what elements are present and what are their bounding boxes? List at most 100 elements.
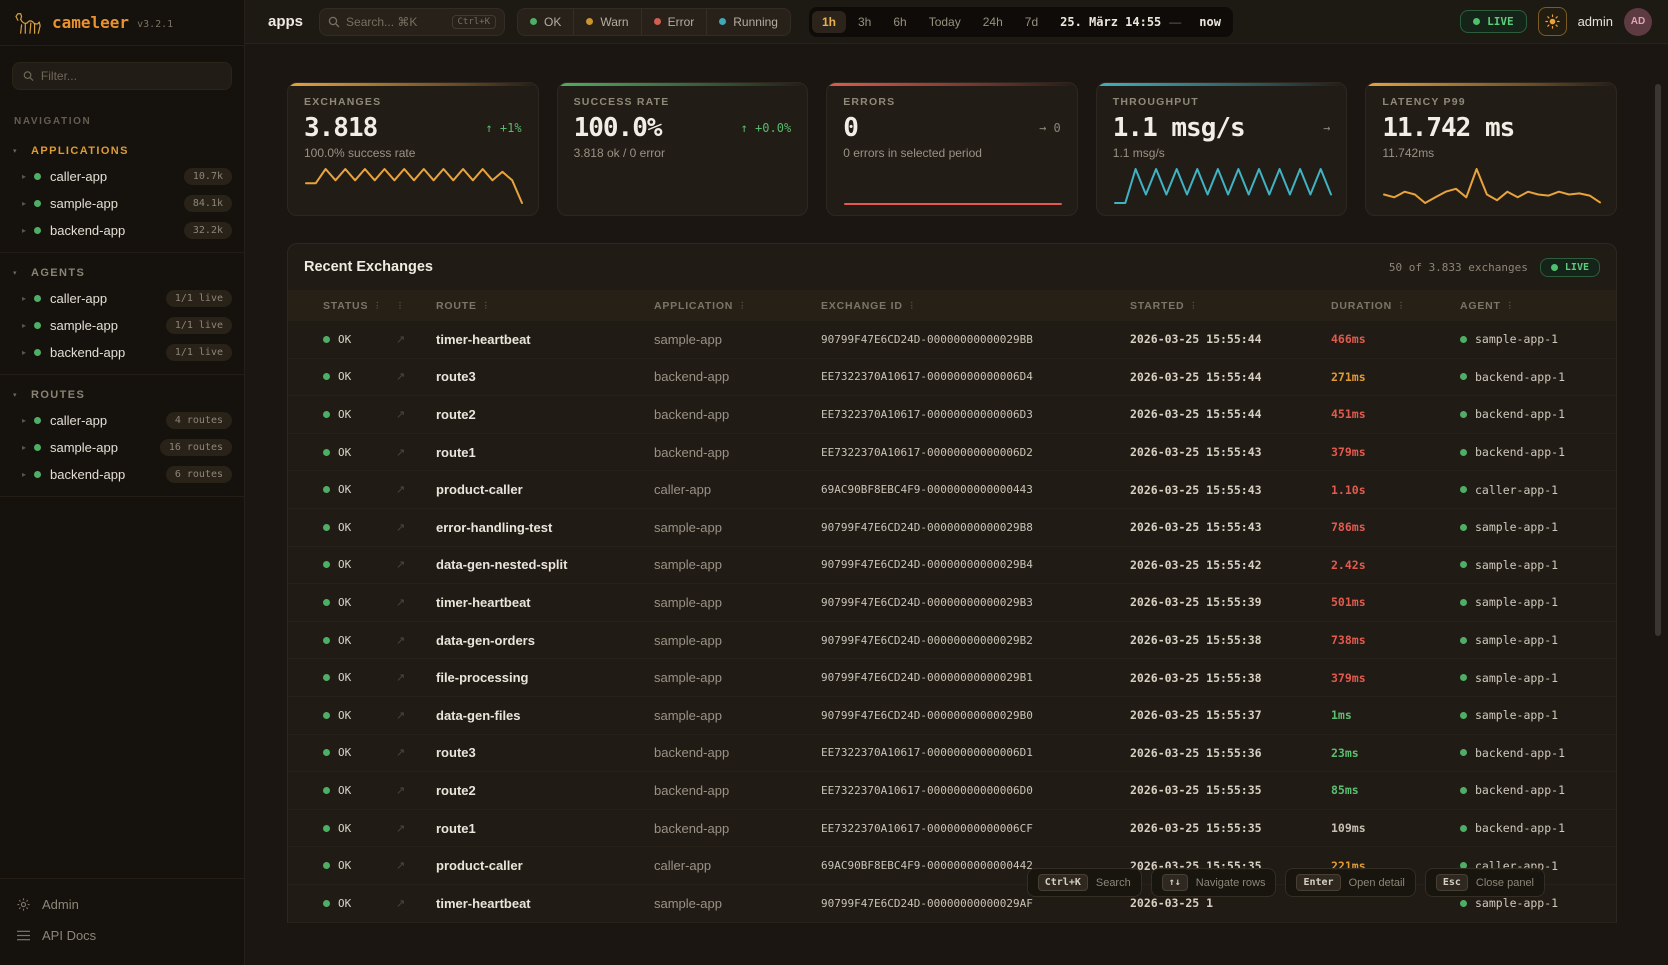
column-header-route[interactable]: ROUTE⋮: [436, 300, 654, 312]
table-row[interactable]: OK↗file-processingsample-app90799F47E6CD…: [288, 659, 1616, 697]
sidebar-item-sample-app[interactable]: ▸sample-app84.1k: [0, 190, 244, 217]
logo[interactable]: cameleer v3.2.1: [0, 0, 244, 46]
table-row[interactable]: OK↗timer-heartbeatsample-app90799F47E6CD…: [288, 584, 1616, 622]
agent-name: sample-app-1: [1475, 520, 1558, 534]
sort-icon: ⋮: [373, 301, 382, 310]
theme-toggle-button[interactable]: [1538, 7, 1567, 36]
table-row[interactable]: OK↗route2backend-appEE7322370A10617-0000…: [288, 772, 1616, 810]
date-range-start[interactable]: 25. März 14:55: [1060, 15, 1161, 29]
open-detail-icon[interactable]: ↗: [396, 333, 436, 346]
column-header-application[interactable]: APPLICATION⋮: [654, 300, 821, 312]
stat-card-latency-p99[interactable]: LATENCY P9911.742 ms11.742ms: [1365, 82, 1617, 216]
table-live-badge[interactable]: LIVE: [1540, 258, 1600, 277]
stat-card-success-rate[interactable]: SUCCESS RATE100.0%↑ +0.0%3.818 ok / 0 er…: [557, 82, 809, 216]
filter-input[interactable]: [41, 69, 221, 83]
agent-name: sample-app-1: [1475, 633, 1558, 647]
open-detail-icon[interactable]: ↗: [396, 709, 436, 722]
status-filter-error[interactable]: Error: [642, 9, 708, 35]
sidebar-item-backend-app[interactable]: ▸backend-app6 routes: [0, 461, 244, 488]
open-detail-icon[interactable]: ↗: [396, 746, 436, 759]
column-header-status[interactable]: STATUS⋮: [323, 300, 396, 312]
stat-card-exchanges[interactable]: EXCHANGES3.818↑ +1%100.0% success rate: [287, 82, 539, 216]
time-range-7d[interactable]: 7d: [1015, 11, 1048, 33]
table-row[interactable]: OK↗data-gen-filessample-app90799F47E6CD2…: [288, 697, 1616, 735]
open-detail-icon[interactable]: ↗: [396, 596, 436, 609]
scrollbar[interactable]: [1655, 84, 1661, 636]
open-detail-icon[interactable]: ↗: [396, 634, 436, 647]
agent-name: backend-app-1: [1475, 445, 1565, 459]
sidebar-item-caller-app[interactable]: ▸caller-app1/1 live: [0, 285, 244, 312]
nav-section-header-routes[interactable]: ▾ROUTES: [0, 381, 244, 407]
open-detail-icon[interactable]: ↗: [396, 671, 436, 684]
table-row[interactable]: OK↗data-gen-orderssample-app90799F47E6CD…: [288, 622, 1616, 660]
open-detail-icon[interactable]: ↗: [396, 370, 436, 383]
table-row[interactable]: OK↗route2backend-appEE7322370A10617-0000…: [288, 396, 1616, 434]
stat-card-throughput[interactable]: THROUGHPUT1.1 msg/s→1.1 msg/s: [1096, 82, 1348, 216]
table-row[interactable]: OK↗timer-heartbeatsample-app90799F47E6CD…: [288, 321, 1616, 359]
sidebar-item-caller-app[interactable]: ▸caller-app10.7k: [0, 163, 244, 190]
global-search[interactable]: Search... ⌘K Ctrl+K: [319, 8, 505, 36]
sidebar-item-caller-app[interactable]: ▸caller-app4 routes: [0, 407, 244, 434]
status-cell: OK: [323, 859, 396, 872]
time-range-1h[interactable]: 1h: [812, 11, 846, 33]
avatar[interactable]: AD: [1624, 8, 1652, 36]
time-range-24h[interactable]: 24h: [973, 11, 1013, 33]
status-text: OK: [338, 784, 351, 797]
sidebar-item-sample-app[interactable]: ▸sample-app16 routes: [0, 434, 244, 461]
camel-logo-icon: [14, 10, 44, 36]
agent-cell: sample-app-1: [1460, 595, 1616, 609]
column-header-expand[interactable]: ⋮: [396, 301, 436, 310]
sort-icon: ⋮: [908, 301, 917, 310]
sidebar-item-backend-app[interactable]: ▸backend-app32.2k: [0, 217, 244, 244]
open-detail-icon[interactable]: ↗: [396, 521, 436, 534]
open-detail-icon[interactable]: ↗: [396, 897, 436, 910]
open-detail-icon[interactable]: ↗: [396, 408, 436, 421]
nav-section-header-applications[interactable]: ▾APPLICATIONS: [0, 137, 244, 163]
ok-dot-icon: [323, 674, 330, 681]
open-detail-icon[interactable]: ↗: [396, 483, 436, 496]
time-range-today[interactable]: Today: [919, 11, 971, 33]
list-icon: [16, 929, 31, 942]
sidebar-filter[interactable]: [12, 62, 232, 90]
api-docs-label: API Docs: [42, 928, 96, 943]
open-detail-icon[interactable]: ↗: [396, 446, 436, 459]
time-range-3h[interactable]: 3h: [848, 11, 881, 33]
stat-value: 11.742 ms: [1382, 113, 1514, 143]
sidebar-item-backend-app[interactable]: ▸backend-app1/1 live: [0, 339, 244, 366]
application-cell: backend-app: [654, 445, 821, 460]
table-row[interactable]: OK↗route3backend-appEE7322370A10617-0000…: [288, 359, 1616, 397]
table-row[interactable]: OK↗route3backend-appEE7322370A10617-0000…: [288, 735, 1616, 773]
table-row[interactable]: OK↗product-callercaller-app69AC90BF8EBC4…: [288, 471, 1616, 509]
table-row[interactable]: OK↗error-handling-testsample-app90799F47…: [288, 509, 1616, 547]
sidebar-item-admin[interactable]: Admin: [0, 889, 244, 920]
started-cell: 2026-03-25 1: [1130, 896, 1331, 910]
table-row[interactable]: OK↗route1backend-appEE7322370A10617-0000…: [288, 434, 1616, 472]
sidebar-item-api-docs[interactable]: API Docs: [0, 920, 244, 951]
table-row[interactable]: OK↗route1backend-appEE7322370A10617-0000…: [288, 810, 1616, 848]
open-detail-icon[interactable]: ↗: [396, 784, 436, 797]
status-filter-warn[interactable]: Warn: [574, 9, 641, 35]
open-detail-icon[interactable]: ↗: [396, 859, 436, 872]
date-range-end[interactable]: now: [1199, 15, 1221, 29]
chevron-right-icon: ▸: [22, 348, 34, 357]
exchange-id-cell: 90799F47E6CD24D-00000000000029B2: [821, 634, 1130, 647]
exchange-id-cell: 90799F47E6CD24D-00000000000029BB: [821, 333, 1130, 346]
live-toggle[interactable]: LIVE: [1460, 10, 1527, 33]
table-row[interactable]: OK↗data-gen-nested-splitsample-app90799F…: [288, 547, 1616, 585]
stat-card-errors[interactable]: ERRORS0→ 00 errors in selected period: [826, 82, 1078, 216]
duration-cell: 1ms: [1331, 708, 1460, 722]
card-accent-bar: [288, 83, 538, 86]
open-detail-icon[interactable]: ↗: [396, 822, 436, 835]
status-filter-running[interactable]: Running: [707, 9, 790, 35]
column-header-agent[interactable]: AGENT⋮: [1460, 300, 1616, 312]
sidebar-item-sample-app[interactable]: ▸sample-app1/1 live: [0, 312, 244, 339]
open-detail-icon[interactable]: ↗: [396, 558, 436, 571]
column-header-exchange-id[interactable]: EXCHANGE ID⋮: [821, 300, 1130, 312]
status-filter-ok[interactable]: OK: [518, 9, 574, 35]
nav-section-header-agents[interactable]: ▾AGENTS: [0, 259, 244, 285]
time-range-6h[interactable]: 6h: [883, 11, 916, 33]
column-header-duration[interactable]: DURATION⋮: [1331, 300, 1460, 312]
stat-value: 0: [843, 113, 858, 143]
column-header-started[interactable]: STARTED⋮: [1130, 300, 1331, 312]
status-cell: OK: [323, 709, 396, 722]
